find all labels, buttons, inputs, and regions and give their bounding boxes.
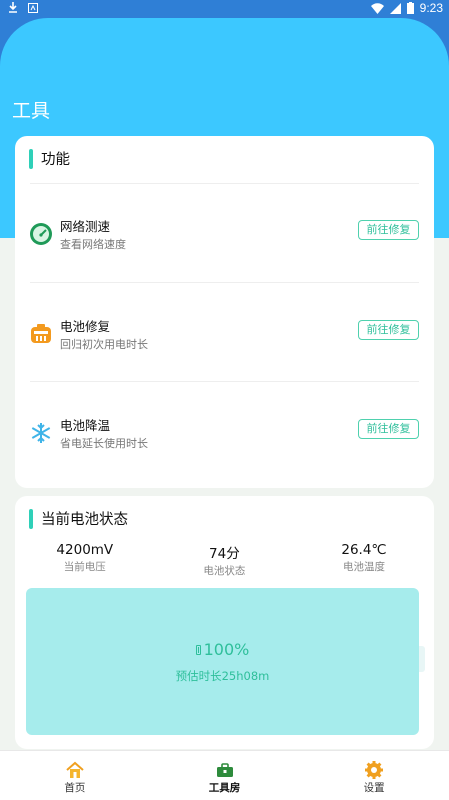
tab-settings[interactable]: 设置 (299, 751, 449, 800)
tab-toolbox[interactable]: 工具房 (150, 751, 300, 800)
stat-value: 74分 (209, 546, 240, 562)
wifi-icon (370, 2, 384, 14)
battery-small-icon (195, 645, 201, 655)
item-desc: 查看网络速度 (60, 238, 126, 251)
functions-section-title: 功能 (29, 148, 70, 169)
bottom-tab-bar: 首页 工具房 设置 (0, 750, 449, 800)
repair-button[interactable]: 前往修复 (358, 220, 419, 240)
battery-estimate: 预估时长25h08m (175, 669, 270, 683)
stat-value: 26.4℃ (341, 542, 387, 558)
stat-voltage: 4200mV 当前电压 (15, 542, 155, 578)
stat-label: 当前电压 (63, 561, 106, 573)
divider (30, 381, 419, 382)
battery-terminal (419, 646, 425, 672)
list-item-battery-repair[interactable]: 电池修复 回归初次用电时长 前往修复 (29, 316, 419, 356)
stat-value: 4200mV (56, 542, 114, 558)
tab-label: 首页 (64, 782, 86, 794)
page-title: 工具 (12, 100, 51, 122)
speedometer-icon (30, 223, 52, 245)
stat-temperature: 26.4℃ 电池温度 (294, 542, 434, 578)
battery-level-graphic: 100% 预估时长25h08m (26, 588, 419, 735)
battery-percent: 100% (26, 640, 419, 659)
section-accent-bar (29, 148, 33, 169)
section-accent-bar (29, 508, 33, 529)
stat-label: 电池温度 (342, 561, 385, 573)
gear-icon (365, 761, 384, 779)
tab-label: 工具房 (208, 782, 241, 794)
item-name: 网络测速 (60, 219, 111, 234)
item-desc: 回归初次用电时长 (60, 338, 148, 351)
battery-status-card: 当前电池状态 4200mV 当前电压 74分 电池状态 26.4℃ 电池温度 1… (15, 496, 434, 749)
repair-button[interactable]: 前往修复 (358, 419, 419, 439)
battery-icon (406, 2, 414, 14)
battery-repair-icon (31, 324, 51, 343)
home-icon (66, 761, 84, 778)
signal-icon (389, 2, 401, 14)
battery-stats: 4200mV 当前电压 74分 电池状态 26.4℃ 电池温度 (15, 542, 434, 578)
repair-button[interactable]: 前往修复 (358, 320, 419, 340)
divider (30, 183, 419, 184)
functions-card: 功能 网络测速 查看网络速度 前往修复 电池修复 回归初次用电时长 前往修复 电… (15, 136, 434, 488)
stat-health: 74分 电池状态 (155, 542, 295, 578)
item-name: 电池修复 (60, 319, 111, 334)
tab-home[interactable]: 首页 (0, 751, 150, 800)
item-name: 电池降温 (60, 418, 111, 433)
item-desc: 省电延长使用时长 (60, 437, 148, 450)
snowflake-icon (31, 423, 51, 443)
stat-label: 电池状态 (203, 565, 246, 577)
toolbox-icon (216, 763, 233, 777)
list-item-network-speed[interactable]: 网络测速 查看网络速度 前往修复 (29, 216, 419, 256)
list-item-battery-cooling[interactable]: 电池降温 省电延长使用时长 前往修复 (29, 415, 419, 455)
notification-icon (28, 3, 38, 13)
status-bar: 9:23 (0, 0, 449, 18)
divider (30, 282, 419, 283)
download-icon (9, 2, 17, 13)
status-time: 9:23 (419, 1, 443, 15)
battery-section-title: 当前电池状态 (29, 508, 128, 529)
tab-label: 设置 (363, 782, 385, 794)
